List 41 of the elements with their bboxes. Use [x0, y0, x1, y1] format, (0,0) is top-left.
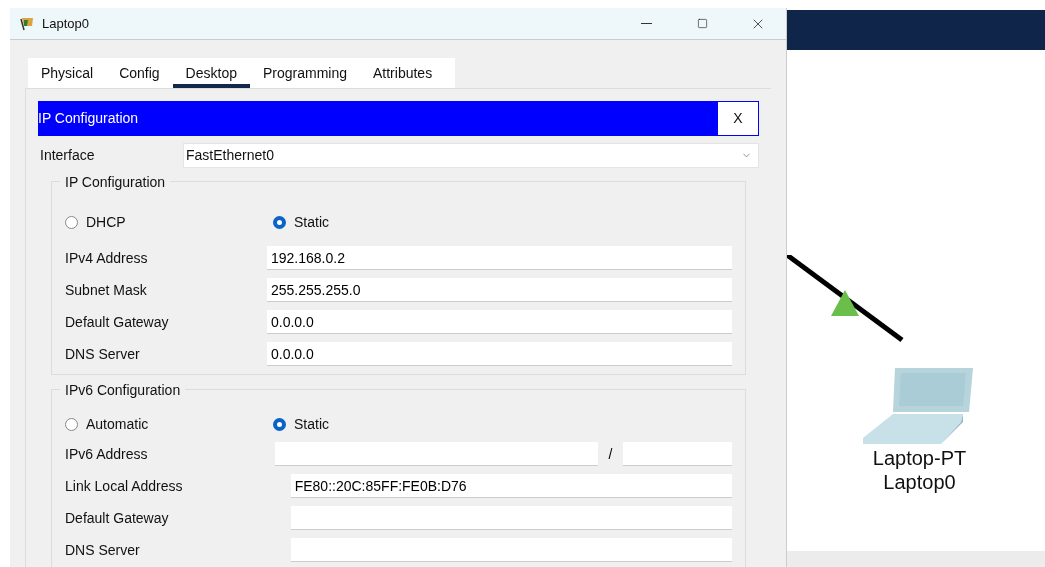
- device-name-label: Laptop0: [883, 470, 956, 494]
- input-field[interactable]: 0.0.0.0: [266, 310, 732, 334]
- radio-button[interactable]: [65, 417, 78, 431]
- field-label: DNS Server: [65, 344, 141, 364]
- prefix-field[interactable]: [623, 442, 732, 466]
- radio-button[interactable]: [273, 215, 286, 229]
- tab[interactable]: Programming: [249, 58, 360, 88]
- field-label: Default Gateway: [65, 312, 170, 332]
- device-model-label: Laptop-PT: [872, 446, 967, 470]
- field-label: Link Local Address: [65, 476, 184, 496]
- radio-button[interactable]: [273, 417, 286, 431]
- input-field[interactable]: 255.255.255.0: [266, 278, 732, 302]
- radio-label: Automatic: [86, 414, 149, 434]
- input-field[interactable]: 0.0.0.0: [266, 342, 732, 366]
- field-label: Subnet Mask: [65, 280, 148, 300]
- interface-dropdown[interactable]: FastEthernet0: [183, 143, 759, 168]
- tab[interactable]: Config: [106, 58, 173, 88]
- field-label: DNS Server: [65, 540, 141, 560]
- field-label: IPv6 Address: [65, 444, 149, 464]
- radio-label: Static: [294, 212, 329, 232]
- close-button[interactable]: X: [718, 102, 758, 135]
- address-field[interactable]: [275, 442, 598, 466]
- radio-button[interactable]: [65, 215, 78, 229]
- field-label: IPv4 Address: [65, 248, 149, 268]
- input-field[interactable]: FE80::20C:85FF:FE0B:D76: [290, 474, 732, 498]
- panel-title: IP Configuration: [38, 109, 139, 128]
- link-status-triangle: [831, 290, 859, 316]
- maximize-icon: [696, 18, 708, 29]
- tab[interactable]: Physical: [28, 58, 107, 88]
- input-field[interactable]: [290, 506, 732, 530]
- radio-label: DHCP: [86, 212, 126, 232]
- interface-label: Interface: [39, 146, 96, 165]
- laptop-icon: [863, 368, 975, 446]
- field-label: Default Gateway: [65, 508, 170, 528]
- radio-label: Static: [294, 414, 329, 434]
- separator-label: /: [607, 444, 614, 464]
- input-field[interactable]: 192.168.0.2: [266, 246, 732, 270]
- minimize-icon: [640, 23, 652, 24]
- input-field[interactable]: [290, 538, 732, 562]
- window-title: Laptop0: [42, 14, 89, 33]
- tab[interactable]: Attributes: [360, 58, 446, 88]
